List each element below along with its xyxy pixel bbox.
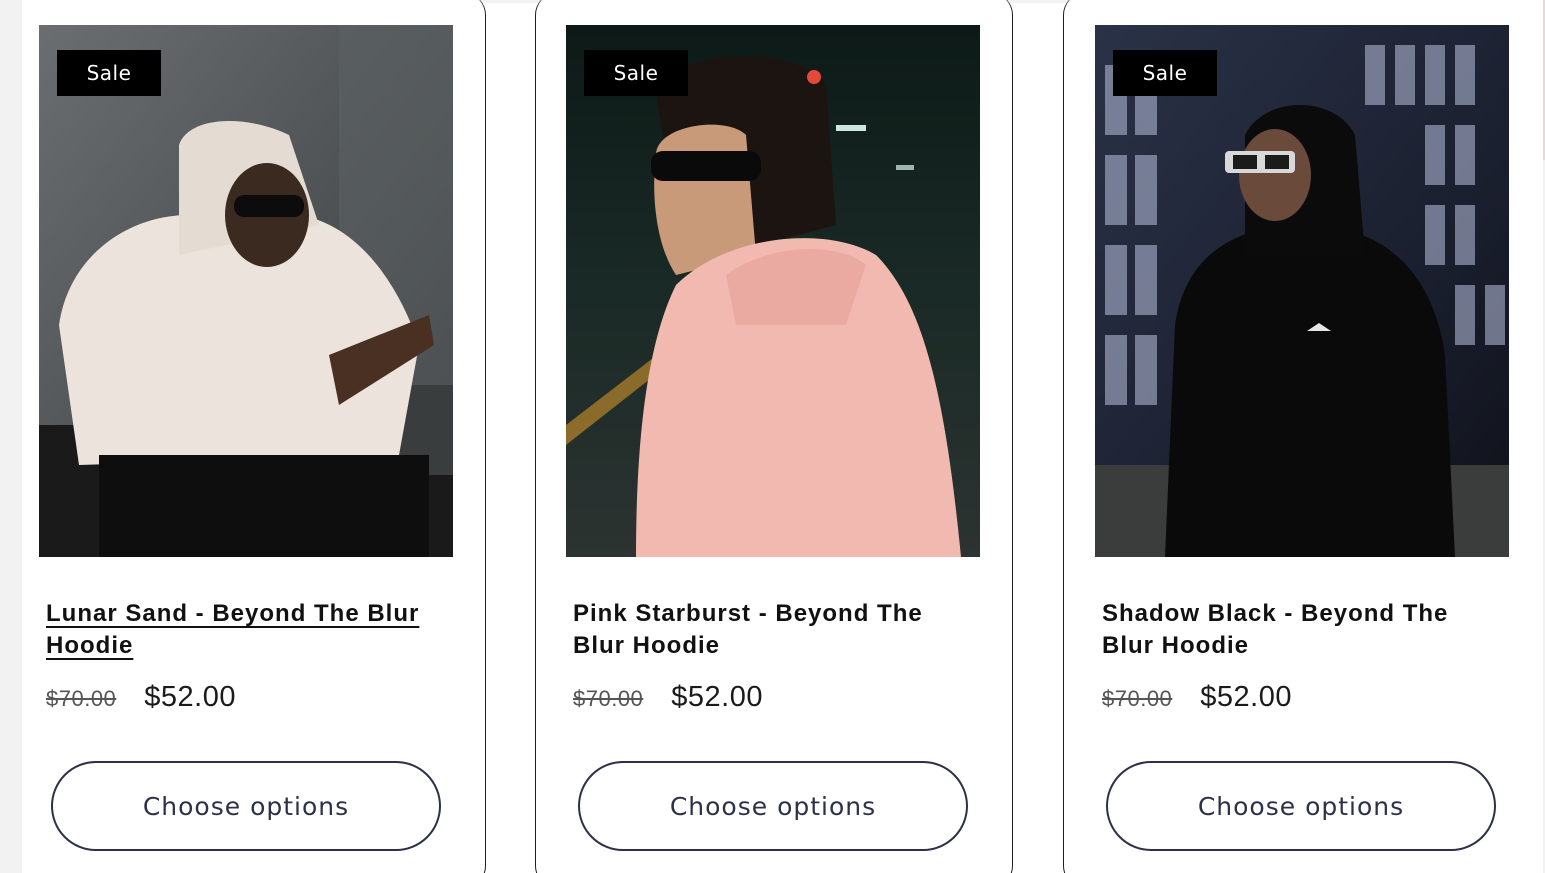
- choose-options-button[interactable]: Choose options: [1106, 761, 1496, 851]
- product-title-text[interactable]: Pink Starburst - Beyond The Blur Hoodie: [573, 600, 923, 659]
- choose-options-button[interactable]: Choose options: [51, 761, 441, 851]
- product-grid-page: Sale Lunar Sand - Beyond The Blur Hoodie…: [0, 0, 1545, 873]
- product-image[interactable]: Sale: [566, 25, 980, 557]
- model-black-hoodie-photo: [1095, 25, 1509, 557]
- product-card[interactable]: Sale Lunar Sand - Beyond The Blur Hoodie…: [22, 0, 486, 873]
- sale-badge: Sale: [1113, 50, 1217, 96]
- product-image[interactable]: Sale: [39, 25, 453, 557]
- product-card[interactable]: Sale Pink Starburst - Beyond The Blur Ho…: [535, 0, 1013, 873]
- compare-at-price: $70.00: [1102, 686, 1173, 711]
- product-card[interactable]: Sale Shadow Black - Beyond The Blur Hood…: [1063, 0, 1543, 873]
- product-title-link[interactable]: Lunar Sand - Beyond The Blur Hoodie: [46, 598, 426, 662]
- model-cream-hoodie-photo: [39, 25, 453, 557]
- model-pink-hoodie-photo: [566, 25, 980, 557]
- product-title-text[interactable]: Shadow Black - Beyond The Blur Hoodie: [1102, 600, 1448, 659]
- product-title-link[interactable]: Pink Starburst - Beyond The Blur Hoodie: [573, 598, 953, 662]
- sale-price: $52.00: [144, 681, 236, 713]
- sale-badge: Sale: [57, 50, 161, 96]
- choose-options-button[interactable]: Choose options: [578, 761, 968, 851]
- product-title-text[interactable]: Lunar Sand - Beyond The Blur Hoodie: [46, 600, 419, 659]
- sale-price: $52.00: [671, 681, 763, 713]
- sale-badge: Sale: [584, 50, 688, 96]
- sale-price: $52.00: [1200, 681, 1292, 713]
- product-image[interactable]: Sale: [1095, 25, 1509, 557]
- price-row: $70.00 $52.00: [573, 681, 763, 714]
- compare-at-price: $70.00: [46, 686, 117, 711]
- price-row: $70.00 $52.00: [1102, 681, 1292, 714]
- product-grid: Sale Lunar Sand - Beyond The Blur Hoodie…: [22, 0, 1543, 873]
- price-row: $70.00 $52.00: [46, 681, 236, 714]
- compare-at-price: $70.00: [573, 686, 644, 711]
- product-title-link[interactable]: Shadow Black - Beyond The Blur Hoodie: [1102, 598, 1482, 662]
